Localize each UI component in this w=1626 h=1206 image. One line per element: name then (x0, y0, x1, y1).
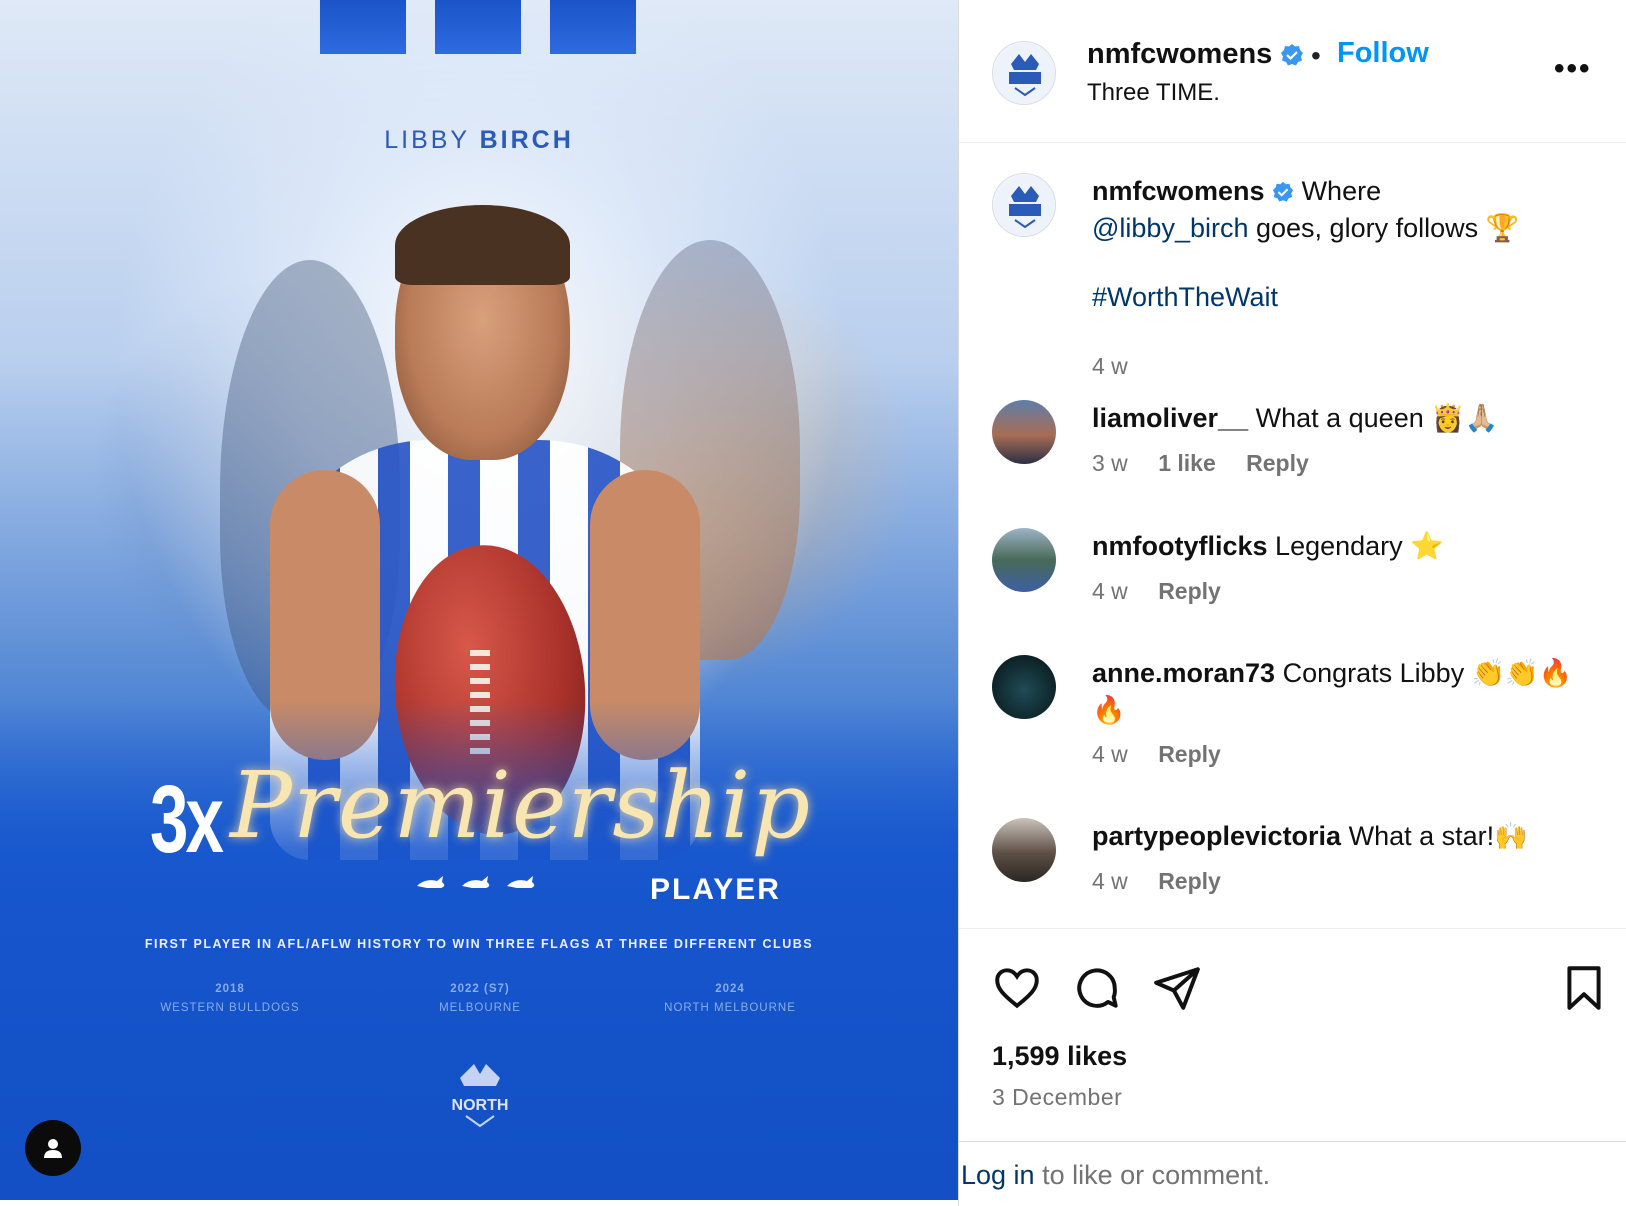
bookmark-icon[interactable] (1559, 963, 1609, 1013)
comment-meta: 4 w Reply (1092, 578, 1245, 605)
commenter-username[interactable]: nmfootyflicks (1092, 531, 1268, 561)
post-date: 3 December (992, 1084, 1123, 1110)
headline-suffix: PLAYER (650, 873, 781, 906)
nmfc-logo-icon (994, 175, 1055, 236)
likes-count[interactable]: 1,599 likes (992, 1041, 1127, 1072)
comment-bubble-icon[interactable] (1072, 963, 1122, 1013)
decor-block (435, 0, 521, 54)
reply-button[interactable]: Reply (1158, 741, 1221, 767)
comment-time: 4 w (1092, 741, 1128, 767)
comment-time: 4 w (1092, 578, 1128, 604)
svg-text:NORTH: NORTH (452, 1097, 509, 1114)
author-avatar[interactable] (992, 41, 1056, 105)
follow-button[interactable]: Follow (1337, 37, 1429, 70)
post-image[interactable]: LIBBY BIRCH 3x Premiership PLAYER FIRST … (0, 0, 958, 1200)
headline-script: Premiership (230, 752, 812, 859)
user-icon (44, 1139, 62, 1158)
commenter-avatar[interactable] (992, 400, 1056, 464)
player-last-name: BIRCH (479, 126, 574, 154)
nmfc-logo-icon (994, 43, 1055, 104)
club-history-item: 2018 WESTERN BULLDOGS (160, 983, 300, 1014)
comment-time: 4 w (1092, 868, 1128, 894)
commenter-avatar[interactable] (992, 655, 1056, 719)
commenter-avatar[interactable] (992, 528, 1056, 592)
headline-prefix: 3x (150, 766, 224, 873)
login-prompt: Log in to like or comment. (959, 1141, 1626, 1206)
club-history-item: 2022 (S7) MELBOURNE (439, 983, 521, 1014)
decor-block (550, 0, 636, 54)
post-subtitle: Three TIME. (1087, 79, 1220, 106)
player-first-name: LIBBY (384, 126, 470, 154)
post-details-panel: nmfcwomens • Follow Three TIME. ••• nmfc… (958, 0, 1626, 1206)
login-text: Log in to like or comment. (961, 1160, 1271, 1190)
caption-meta: 4 w (1092, 353, 1152, 380)
login-link[interactable]: Log in (961, 1160, 1035, 1190)
reply-button[interactable]: Reply (1246, 450, 1309, 476)
player-hair (395, 205, 570, 285)
comment-meta: 4 w Reply (1092, 868, 1245, 895)
share-plane-icon[interactable] (1152, 963, 1202, 1013)
player-name: LIBBY BIRCH (0, 126, 958, 155)
comment-time: 3 w (1092, 450, 1128, 476)
comment-likes[interactable]: 1 like (1158, 450, 1216, 476)
reply-button[interactable]: Reply (1158, 578, 1221, 604)
tagline: FIRST PLAYER IN AFL/AFLW HISTORY TO WIN … (144, 937, 814, 951)
post-header: nmfcwomens • Follow Three TIME. ••• (959, 0, 1626, 143)
comments-list[interactable]: nmfcwomens Where @libby_birch goes, glor… (959, 143, 1626, 928)
author-avatar[interactable] (992, 173, 1056, 237)
verified-badge-icon (1281, 44, 1304, 66)
like-heart-icon[interactable] (992, 963, 1042, 1013)
mention-link[interactable]: @libby_birch (1092, 213, 1248, 243)
reply-button[interactable]: Reply (1158, 868, 1221, 894)
comment-text: liamoliver__ What a queen 👸🙏🏼 (1092, 403, 1499, 433)
post-actions: 1,599 likes 3 December (959, 928, 1626, 1141)
comment-meta: 4 w Reply (1092, 741, 1245, 768)
caption-text: nmfcwomens Where @libby_birch goes, glor… (1092, 176, 1520, 312)
more-options-icon[interactable]: ••• (1554, 52, 1592, 86)
commenter-username[interactable]: partypeoplevictoria (1092, 821, 1341, 851)
north-logo-icon: NORTH (452, 1064, 509, 1128)
caption-username[interactable]: nmfcwomens (1092, 176, 1265, 206)
comment-text: anne.moran73 Congrats Libby 👏👏🔥🔥 (1092, 658, 1573, 725)
verified-badge-icon (1272, 181, 1294, 202)
club-history-item: 2024 NORTH MELBOURNE (664, 983, 796, 1014)
caption-time: 4 w (1092, 353, 1128, 379)
commenter-username[interactable]: liamoliver__ (1092, 403, 1248, 433)
separator-dot: • (1311, 40, 1321, 71)
kangaroo-icon (417, 876, 535, 888)
kangaroo-icons (415, 872, 545, 898)
tagged-users-button[interactable] (25, 1120, 81, 1176)
commenter-username[interactable]: anne.moran73 (1092, 658, 1275, 688)
commenter-avatar[interactable] (992, 818, 1056, 882)
comment-meta: 3 w 1 like Reply (1092, 450, 1333, 477)
author-username[interactable]: nmfcwomens (1087, 38, 1304, 71)
hashtag-link[interactable]: #WorthTheWait (1092, 282, 1278, 312)
decor-block (320, 0, 406, 54)
club-logo: NORTH (450, 1060, 510, 1130)
comment-text: nmfootyflicks Legendary ⭐ (1092, 531, 1444, 561)
comment-text: partypeoplevictoria What a star!🙌 (1092, 821, 1528, 851)
